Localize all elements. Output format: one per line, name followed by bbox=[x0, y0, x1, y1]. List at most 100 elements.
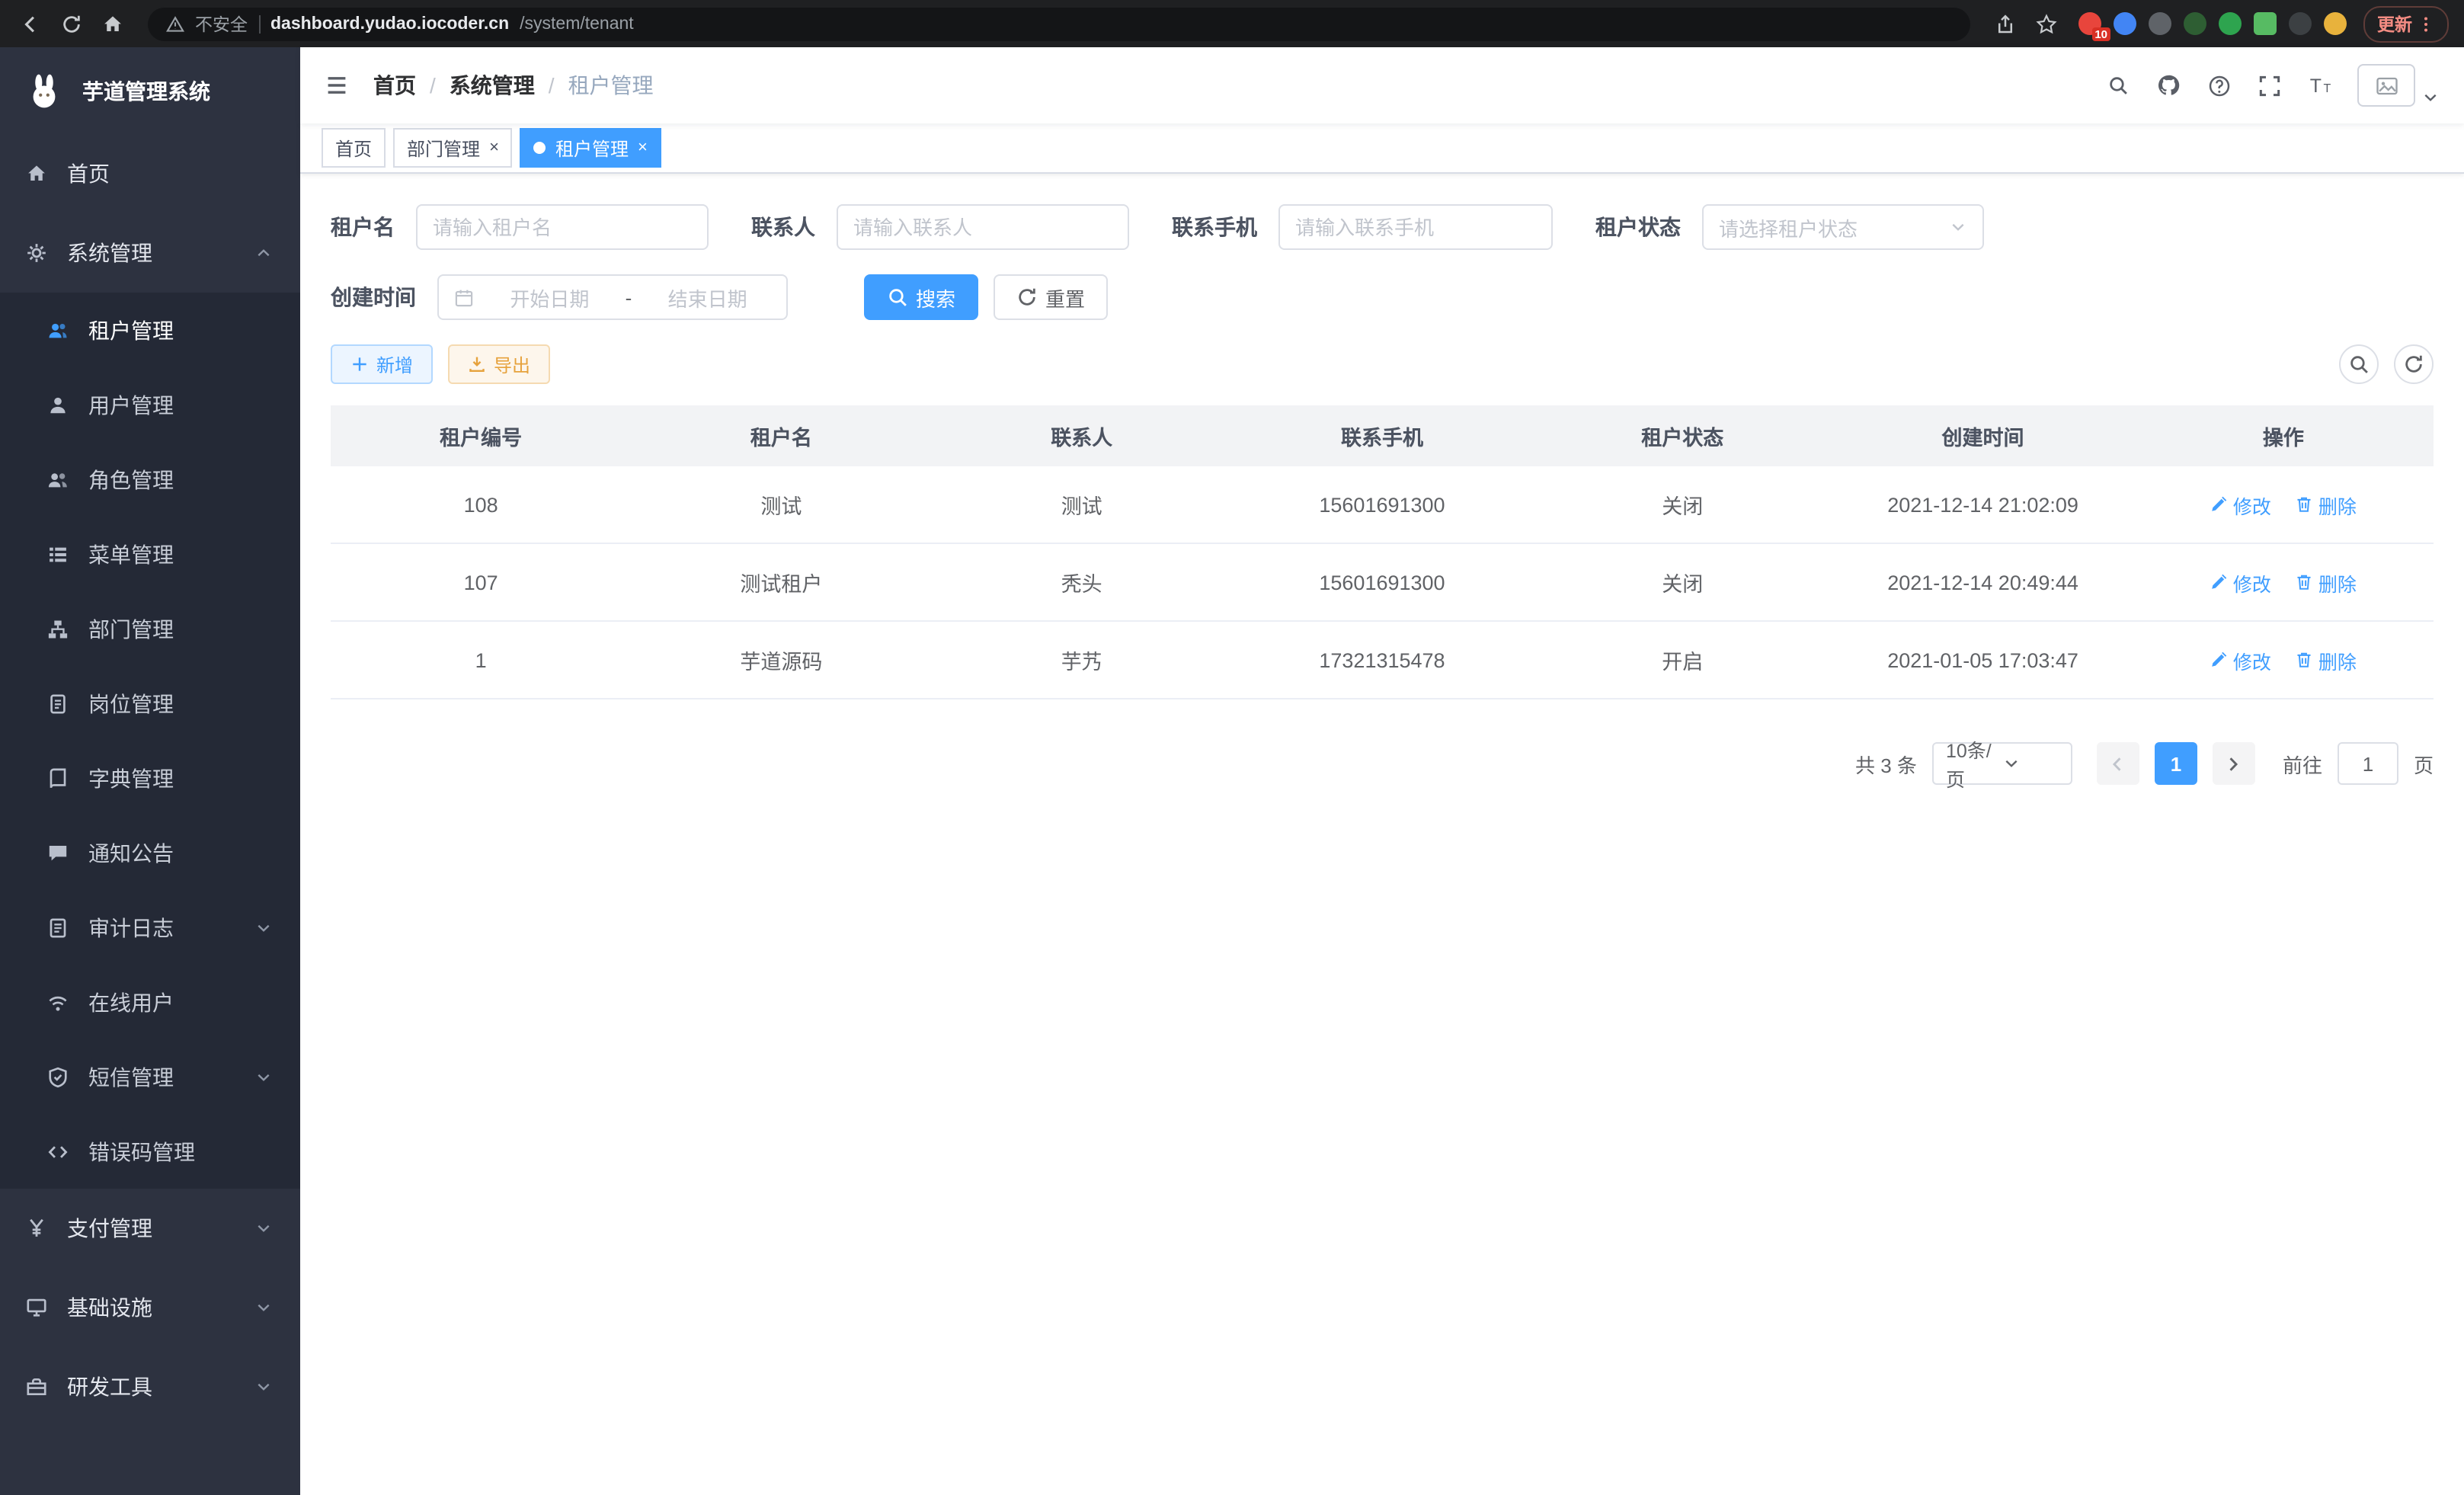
sidebar-item-user[interactable]: 用户管理 bbox=[0, 367, 300, 442]
address-divider bbox=[258, 14, 260, 33]
delete-label: 删除 bbox=[2318, 645, 2357, 674]
breadcrumb-item[interactable]: 系统管理 bbox=[450, 70, 535, 101]
extension-blue-icon[interactable] bbox=[2114, 12, 2136, 35]
sidebar-item-dept[interactable]: 部门管理 bbox=[0, 591, 300, 666]
reset-button[interactable]: 重置 bbox=[994, 274, 1108, 320]
cell-phone: 17321315478 bbox=[1232, 621, 1532, 699]
edit-button[interactable]: 修改 bbox=[2210, 490, 2271, 519]
home-icon[interactable] bbox=[98, 8, 128, 39]
plus-icon bbox=[350, 355, 369, 373]
cell-status: 关闭 bbox=[1532, 543, 1832, 621]
sidebar-item-post[interactable]: 岗位管理 bbox=[0, 666, 300, 741]
tenant-name-input[interactable] bbox=[416, 204, 709, 250]
extension-green-chat-icon[interactable] bbox=[2254, 12, 2277, 35]
extension-colorful-icon[interactable]: 10 bbox=[2078, 12, 2101, 35]
edit-label: 修改 bbox=[2233, 645, 2271, 674]
next-page-button[interactable] bbox=[2213, 742, 2255, 785]
toggle-search-button[interactable] bbox=[2339, 344, 2379, 384]
sidebar-item-notice[interactable]: 通知公告 bbox=[0, 815, 300, 890]
goto-page-input[interactable] bbox=[2338, 742, 2398, 785]
refresh-table-button[interactable] bbox=[2394, 344, 2434, 384]
tab-部门管理[interactable]: 部门管理× bbox=[393, 128, 513, 168]
chevron-down-icon bbox=[2002, 754, 2059, 773]
breadcrumb-item[interactable]: 首页 bbox=[373, 70, 416, 101]
sidebar-item-role[interactable]: 角色管理 bbox=[0, 442, 300, 517]
phone-input[interactable] bbox=[1278, 204, 1553, 250]
sidebar-item-label: 短信管理 bbox=[88, 1061, 254, 1092]
sidebar-item-sms[interactable]: 短信管理 bbox=[0, 1039, 300, 1114]
search-icon[interactable] bbox=[2107, 75, 2129, 96]
sidebar-item-dict[interactable]: 字典管理 bbox=[0, 741, 300, 815]
logo[interactable]: 芋道管理系统 bbox=[0, 47, 300, 134]
create-time-range-picker[interactable]: 开始日期 - 结束日期 bbox=[437, 274, 788, 320]
close-icon[interactable]: × bbox=[638, 139, 648, 156]
column-header: 联系手机 bbox=[1232, 405, 1532, 466]
tenant-status-select[interactable]: 请选择租户状态 bbox=[1702, 204, 1984, 250]
screen: 不安全 dashboard.yudao.iocoder.cn/system/te… bbox=[0, 0, 2464, 1495]
cell-id: 108 bbox=[331, 466, 631, 543]
extension-green-check-icon[interactable] bbox=[2219, 12, 2242, 35]
tree-icon bbox=[46, 618, 70, 639]
close-icon[interactable]: × bbox=[489, 139, 499, 156]
sidebar-item-home[interactable]: 首页 bbox=[0, 134, 300, 213]
sidebar-item-pay[interactable]: 支付管理 bbox=[0, 1189, 300, 1268]
delete-button[interactable]: 删除 bbox=[2296, 645, 2357, 674]
sidebar-item-tenant[interactable]: 租户管理 bbox=[0, 293, 300, 367]
sidebar-item-error-code[interactable]: 错误码管理 bbox=[0, 1114, 300, 1189]
shield-icon bbox=[46, 1066, 70, 1087]
top-navbar: 首页/系统管理/租户管理 TT bbox=[300, 47, 2464, 123]
extension-dark-green-icon[interactable] bbox=[2184, 12, 2206, 35]
font-size-icon[interactable]: TT bbox=[2309, 73, 2333, 98]
column-header: 创建时间 bbox=[1832, 405, 2133, 466]
bookmark-star-icon[interactable] bbox=[2031, 8, 2062, 39]
column-header: 联系人 bbox=[932, 405, 1232, 466]
fullscreen-icon[interactable] bbox=[2258, 74, 2281, 97]
tab-租户管理[interactable]: 租户管理 × bbox=[520, 128, 661, 168]
sidebar-item-infra[interactable]: 基础设施 bbox=[0, 1268, 300, 1347]
page-unit-label: 页 bbox=[2414, 749, 2434, 778]
export-button[interactable]: 导出 bbox=[448, 344, 550, 384]
filter-create-time: 创建时间 开始日期 - 结束日期 bbox=[331, 274, 788, 320]
help-icon[interactable] bbox=[2208, 74, 2231, 97]
tab-label: 租户管理 bbox=[555, 135, 629, 161]
sidebar: 芋道管理系统 首页系统管理租户管理用户管理角色管理菜单管理部门管理岗位管理字典管… bbox=[0, 47, 300, 1495]
address-bar[interactable]: 不安全 dashboard.yudao.iocoder.cn/system/te… bbox=[148, 7, 1970, 40]
page-number-button[interactable]: 1 bbox=[2155, 742, 2197, 785]
add-button[interactable]: 新增 bbox=[331, 344, 433, 384]
extension-puzzle-icon[interactable] bbox=[2289, 12, 2312, 35]
chat-icon bbox=[46, 842, 70, 863]
edit-icon bbox=[2210, 651, 2229, 669]
sidebar-item-online-user[interactable]: 在线用户 bbox=[0, 965, 300, 1039]
extension-dark-ring-icon[interactable] bbox=[2149, 12, 2171, 35]
delete-button[interactable]: 删除 bbox=[2296, 568, 2357, 597]
sidebar-item-label: 菜单管理 bbox=[88, 539, 276, 569]
back-icon[interactable] bbox=[15, 8, 46, 39]
browser-chrome: 不安全 dashboard.yudao.iocoder.cn/system/te… bbox=[0, 0, 2464, 47]
cell-created: 2021-01-05 17:03:47 bbox=[1832, 621, 2133, 699]
browser-menu-icon[interactable] bbox=[2417, 14, 2435, 33]
update-button[interactable]: 更新 bbox=[2363, 5, 2449, 42]
profile-avatar-icon[interactable] bbox=[2324, 12, 2347, 35]
tab-首页[interactable]: 首页 bbox=[322, 128, 386, 168]
sidebar-toggle-icon[interactable] bbox=[325, 73, 349, 98]
prev-page-button[interactable] bbox=[2097, 742, 2139, 785]
chevron-down-icon bbox=[254, 1068, 276, 1086]
share-icon[interactable] bbox=[1990, 8, 2021, 39]
breadcrumb-item: 租户管理 bbox=[568, 70, 654, 101]
user-avatar[interactable] bbox=[2357, 64, 2440, 107]
cell-contact: 测试 bbox=[932, 466, 1232, 543]
edit-button[interactable]: 修改 bbox=[2210, 645, 2271, 674]
github-icon[interactable] bbox=[2156, 73, 2181, 98]
sidebar-item-dev-tool[interactable]: 研发工具 bbox=[0, 1347, 300, 1426]
edit-button[interactable]: 修改 bbox=[2210, 568, 2271, 597]
yen-icon bbox=[24, 1218, 49, 1239]
refresh-icon[interactable] bbox=[56, 8, 87, 39]
sidebar-item-menu[interactable]: 菜单管理 bbox=[0, 517, 300, 591]
sidebar-item-audit-log[interactable]: 审计日志 bbox=[0, 890, 300, 965]
delete-button[interactable]: 删除 bbox=[2296, 490, 2357, 519]
sidebar-item-system[interactable]: 系统管理 bbox=[0, 213, 300, 293]
cell-name: 测试租户 bbox=[631, 543, 931, 621]
page-size-select[interactable]: 10条/页 bbox=[1932, 742, 2072, 785]
search-button[interactable]: 搜索 bbox=[864, 274, 978, 320]
contact-input[interactable] bbox=[837, 204, 1129, 250]
